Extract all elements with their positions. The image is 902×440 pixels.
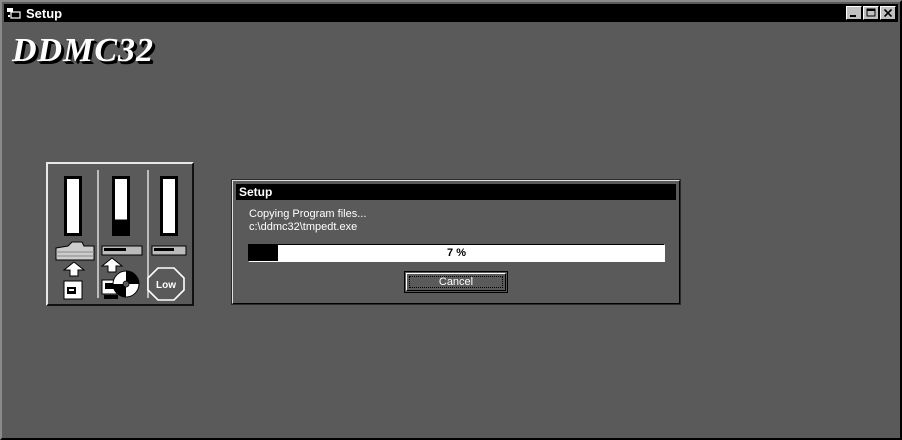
low-label: Low <box>156 280 176 291</box>
hard-drive-icon <box>151 245 187 256</box>
setup-progress-dialog: Setup Copying Program files... c:\ddmc32… <box>231 179 681 305</box>
cancel-button[interactable]: Cancel <box>404 271 508 293</box>
low-badge-icon: Low <box>147 267 185 301</box>
setup-app-icon <box>7 8 21 19</box>
close-icon[interactable] <box>880 6 896 20</box>
cancel-button-label: Cancel <box>406 273 506 291</box>
gauge-tube-2 <box>112 176 130 236</box>
disk-space-gauge-panel: Low <box>46 162 194 306</box>
window-controls <box>845 6 896 20</box>
folder-icon <box>55 241 95 261</box>
progress-bar: 7 % <box>248 244 665 262</box>
gauge-tube-3 <box>160 176 178 236</box>
maximize-icon[interactable] <box>863 6 879 20</box>
minimize-icon[interactable] <box>846 6 862 20</box>
arrow-up-icon <box>62 261 86 277</box>
copy-status-text: Copying Program files... <box>249 208 367 220</box>
dialog-title: Setup <box>236 184 676 200</box>
gauge-tube-1 <box>64 176 82 236</box>
product-logo-text: DDMC32 <box>12 32 155 69</box>
file-icon <box>63 280 83 300</box>
current-file-path: c:\ddmc32\tmpedt.exe <box>249 221 358 233</box>
window-title: Setup <box>26 5 63 21</box>
progress-percent-label: 7 % <box>447 247 466 259</box>
title-bar[interactable]: Setup <box>4 4 898 22</box>
disk-drive-icon <box>101 245 143 256</box>
cd-disk-icon <box>101 270 140 299</box>
arrow-up-icon <box>100 257 124 273</box>
setup-window: Setup DDMC32 Low Setup Copying Program f… <box>0 0 902 440</box>
